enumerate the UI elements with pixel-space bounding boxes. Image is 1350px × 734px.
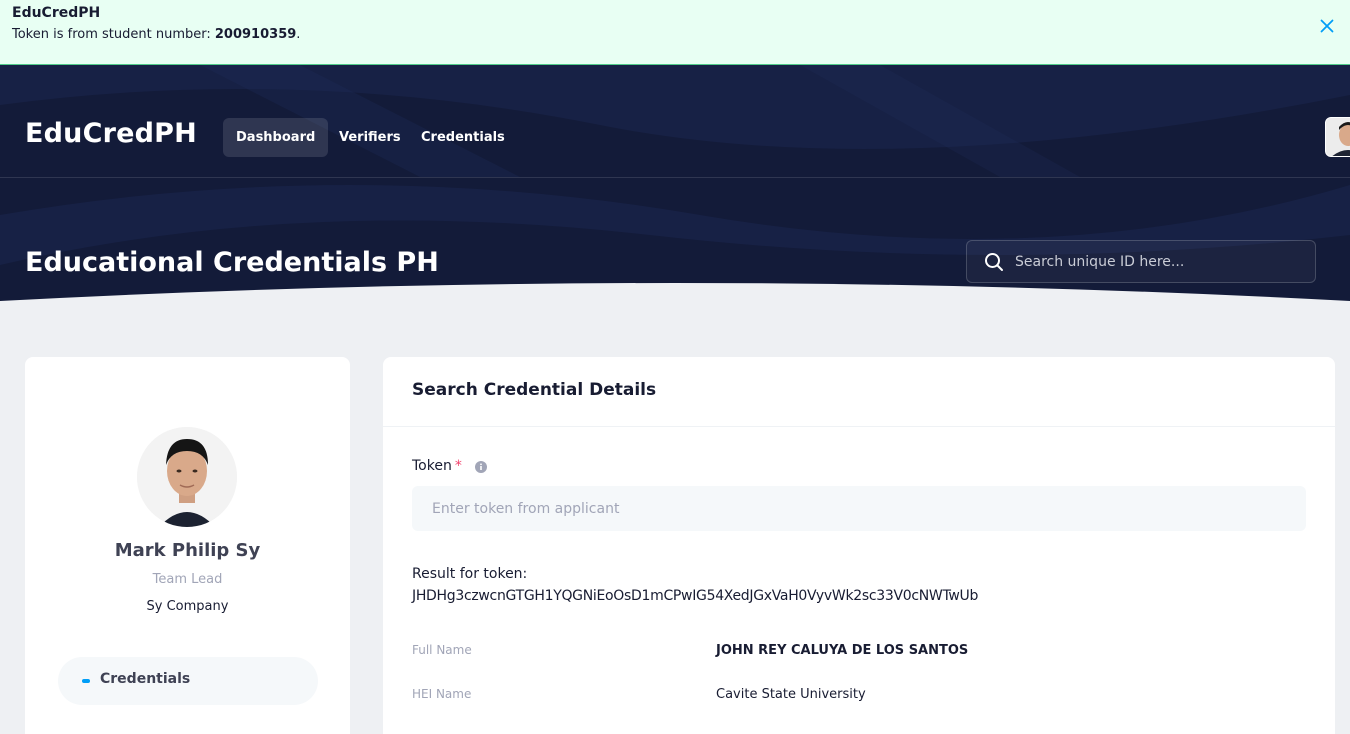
detail-label-hei-name: HEI Name (412, 687, 472, 701)
close-icon[interactable] (1318, 17, 1336, 35)
toast-message-prefix: Token is from student number: (12, 27, 215, 42)
toast-message-suffix: . (296, 27, 301, 42)
detail-value-hei-name: Cavite State University (716, 687, 866, 702)
profile-company: Sy Company (146, 599, 229, 614)
card-title: Search Credential Details (412, 380, 657, 400)
hero-background (0, 65, 1350, 337)
nav-credentials[interactable]: Credentials (408, 118, 518, 157)
search-icon (985, 253, 1003, 271)
profile-name: Mark Philip Sy (114, 540, 261, 561)
nav-dashboard[interactable]: Dashboard (223, 118, 329, 157)
sidebar-item-label: Credentials (100, 671, 191, 687)
hero-header: EduCredPH Dashboard Verifiers Credential… (0, 65, 1350, 337)
avatar-portrait-icon (1326, 118, 1350, 156)
result-token: JHDHg3czwcnGTGH1YQGNiEoOsD1mCPwIG54XedJG… (412, 588, 979, 604)
profile-portrait-icon (137, 427, 237, 527)
user-avatar[interactable] (1325, 117, 1350, 157)
search-input[interactable] (1015, 241, 1305, 282)
token-input[interactable] (412, 486, 1306, 531)
profile-photo (137, 427, 237, 527)
token-label-text: Token (412, 458, 452, 474)
toast-student-number: 200910359 (214, 27, 297, 42)
toast-title: EduCredPH (12, 5, 101, 21)
sidebar-item-credentials[interactable]: Credentials (58, 657, 318, 705)
card-header: Search Credential Details (383, 357, 1335, 427)
notification-toast: EduCredPH Token is from student number: … (0, 0, 1350, 65)
profile-role: Team Lead (152, 572, 223, 587)
required-mark: * (454, 458, 462, 474)
header-divider (0, 177, 1350, 178)
info-icon[interactable] (475, 461, 487, 473)
credential-search-card: Search Credential Details Token* Result … (383, 357, 1335, 734)
token-label: Token * (412, 458, 462, 474)
nav-verifiers[interactable]: Verifiers (326, 118, 414, 157)
result-label: Result for token: (412, 566, 528, 582)
profile-card: Mark Philip Sy Team Lead Sy Company Cred… (25, 357, 350, 734)
detail-value-full-name: JOHN REY CALUYA DE LOS SANTOS (716, 643, 969, 658)
brand-logo[interactable]: EduCredPH (25, 118, 197, 149)
detail-label-full-name: Full Name (412, 643, 472, 657)
page-title: Educational Credentials PH (25, 247, 439, 278)
bullet-icon (82, 679, 90, 683)
toast-message: Token is from student number: 200910359. (12, 27, 300, 42)
search-box[interactable] (966, 240, 1316, 283)
